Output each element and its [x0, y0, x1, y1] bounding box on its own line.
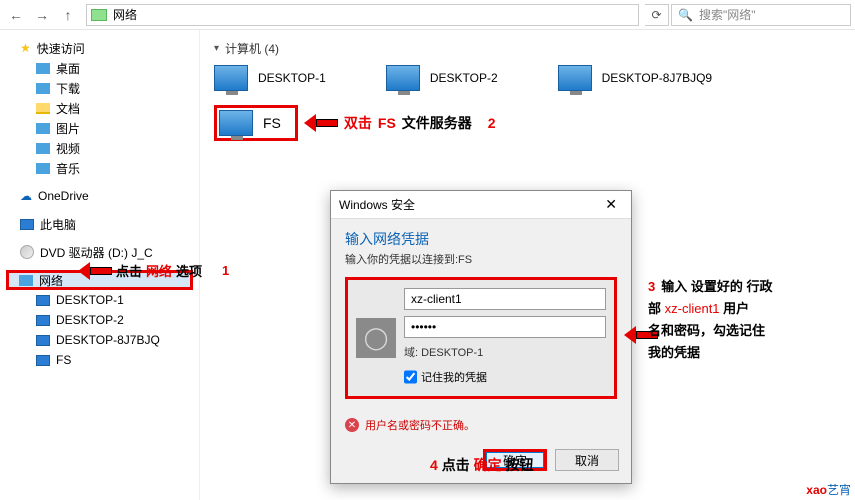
annotation-number: 2 [488, 115, 496, 131]
watermark: xao艺宵 [806, 481, 851, 498]
close-button[interactable]: ✕ [599, 196, 623, 213]
sidebar-documents[interactable]: 文档 [6, 98, 193, 118]
arrow-icon [78, 262, 112, 280]
sidebar-desktop[interactable]: 桌面 [6, 58, 193, 78]
monitor-icon [386, 65, 420, 91]
sidebar-net-child[interactable]: DESKTOP-1 [6, 290, 193, 310]
download-icon [36, 83, 50, 94]
desktop-icon [36, 63, 50, 74]
computer-icon [36, 335, 50, 346]
monitor-icon [214, 65, 248, 91]
sidebar-pictures[interactable]: 图片 [6, 118, 193, 138]
refresh-button[interactable]: ⟳ [645, 4, 669, 26]
address-bar[interactable]: 网络 [86, 4, 639, 26]
cancel-button[interactable]: 取消 [555, 449, 619, 471]
annotation-1: 点击 网络 选项 1 [78, 261, 229, 280]
nav-up[interactable]: ↑ [56, 3, 80, 27]
dialog-title: Windows 安全 [339, 196, 415, 213]
toolbar: ← → ↑ 网络 ⟳ 🔍 搜索"网络" [0, 0, 855, 30]
annotation-text: FS [378, 115, 396, 131]
monitor-icon [219, 110, 253, 136]
remember-checkbox[interactable]: 记住我的凭据 [404, 366, 606, 388]
credentials-dialog: Windows 安全 ✕ 输入网络凭据 输入你的凭据以连接到:FS ◯ 域: D… [330, 190, 632, 484]
username-field[interactable] [404, 288, 606, 310]
arrow-icon [304, 114, 338, 132]
sidebar-downloads[interactable]: 下载 [6, 78, 193, 98]
sidebar-music[interactable]: 音乐 [6, 158, 193, 178]
computer-item[interactable]: DESKTOP-2 [386, 65, 498, 91]
sidebar-net-child[interactable]: FS [6, 350, 193, 370]
network-icon [91, 9, 107, 21]
sidebar-quick-access[interactable]: ★快速访问 [6, 38, 193, 58]
password-field[interactable] [404, 316, 606, 338]
computer-icon [36, 315, 50, 326]
dialog-subtitle: 输入你的凭据以连接到:FS [345, 251, 617, 267]
domain-label: 域: DESKTOP-1 [404, 344, 606, 360]
cloud-icon: ☁ [20, 189, 32, 203]
chevron-down-icon: ▾ [214, 43, 219, 54]
annotation-4: 4 点击 确定 按钮 [430, 455, 533, 475]
sidebar-thispc[interactable]: 此电脑 [6, 214, 193, 234]
annotation-number: 1 [222, 263, 229, 278]
search-icon: 🔍 [678, 8, 693, 22]
annotation-3: 3输入 设置好的 行政 部 xz-client1 用户 名和密码，勾选记住 我的… [648, 276, 848, 364]
computer-item[interactable]: DESKTOP-8J7BJQ9 [558, 65, 712, 91]
sidebar-dvd[interactable]: DVD 驱动器 (D:) J_C [6, 242, 193, 262]
error-icon: ✕ [345, 418, 359, 432]
sidebar-net-child[interactable]: DESKTOP-8J7BJQ [6, 330, 193, 350]
breadcrumb[interactable]: 网络 [113, 6, 137, 23]
computer-item-fs[interactable]: FS [214, 105, 298, 141]
computer-item[interactable]: DESKTOP-1 [214, 65, 326, 91]
disc-icon [20, 245, 34, 259]
sidebar-onedrive[interactable]: ☁OneDrive [6, 186, 193, 206]
avatar-icon: ◯ [356, 318, 396, 358]
credential-box: ◯ 域: DESKTOP-1 记住我的凭据 [345, 277, 617, 399]
nav-forward[interactable]: → [30, 3, 54, 27]
sidebar-net-child[interactable]: DESKTOP-2 [6, 310, 193, 330]
nav-back[interactable]: ← [4, 3, 28, 27]
monitor-icon [558, 65, 592, 91]
sidebar-videos[interactable]: 视频 [6, 138, 193, 158]
search-input[interactable]: 🔍 搜索"网络" [671, 4, 851, 26]
picture-icon [36, 123, 50, 134]
computer-icon [36, 295, 50, 306]
dialog-titlebar: Windows 安全 ✕ [331, 191, 631, 219]
pc-icon [20, 219, 34, 230]
annotation-text: 文件服务器 [402, 113, 472, 133]
network-icon [19, 275, 33, 286]
dialog-heading: 输入网络凭据 [345, 229, 617, 249]
video-icon [36, 143, 50, 154]
computer-icon [36, 355, 50, 366]
document-icon [36, 103, 50, 114]
error-message: ✕用户名或密码不正确。 [331, 409, 631, 441]
annotation-text: 双击 [344, 113, 372, 133]
star-icon: ★ [20, 41, 31, 55]
music-icon [36, 163, 50, 174]
group-header[interactable]: ▾计算机 (4) [214, 40, 841, 57]
search-placeholder: 搜索"网络" [699, 6, 756, 23]
